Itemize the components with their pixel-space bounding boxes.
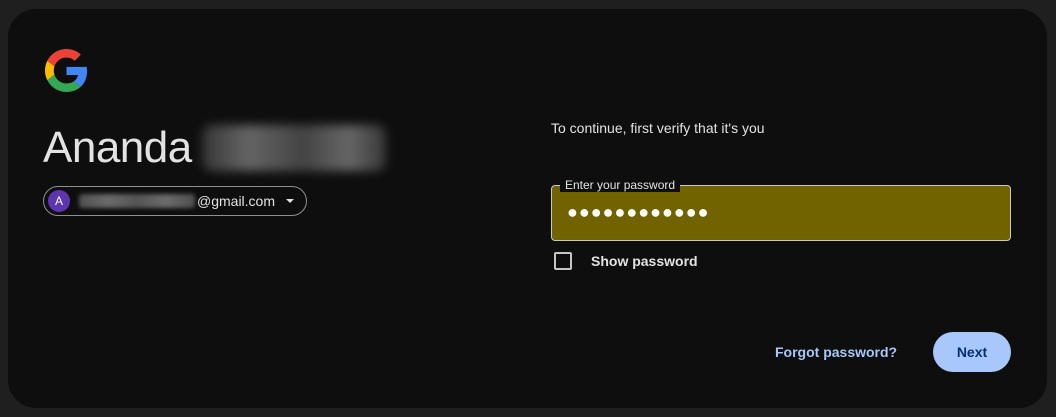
signin-card: Ananda A @gmail.com To continue, first v… — [8, 9, 1047, 408]
email-local-redacted — [79, 194, 195, 208]
account-last-name-redacted — [201, 125, 386, 171]
password-field-label: Enter your password — [560, 178, 681, 192]
avatar: A — [48, 190, 70, 212]
account-switcher-chip[interactable]: A @gmail.com — [43, 186, 307, 216]
email-domain: @gmail.com — [197, 193, 276, 209]
show-password-checkbox[interactable] — [554, 252, 572, 270]
account-first-name: Ananda — [43, 123, 192, 172]
account-name: Ananda — [43, 122, 386, 174]
caret-down-icon — [286, 199, 295, 203]
verify-subtitle: To continue, first verify that it's you — [551, 120, 765, 136]
show-password-label[interactable]: Show password — [591, 253, 698, 269]
next-button[interactable]: Next — [933, 332, 1011, 372]
password-masked-value: ●●●●●●●●●●●● — [567, 202, 710, 222]
forgot-password-link[interactable]: Forgot password? — [775, 344, 897, 360]
google-g-icon — [45, 49, 88, 92]
